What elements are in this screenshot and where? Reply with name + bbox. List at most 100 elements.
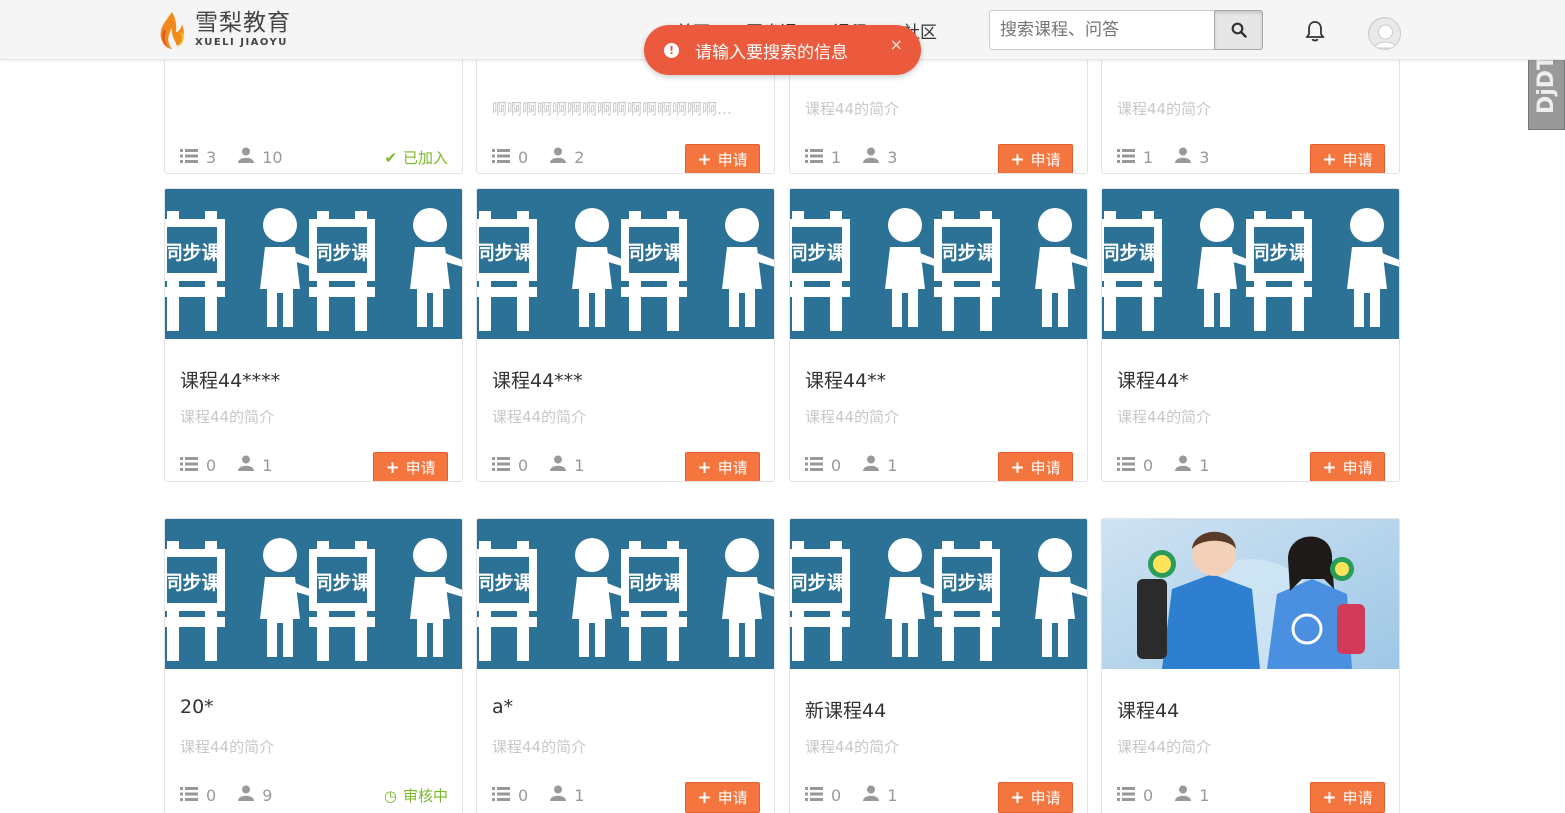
course-cover[interactable]: 同步课 同步课 [477, 189, 774, 339]
course-card[interactable]: 同步课 同步课 课程44** 课程44的简介 0 1 + 申请 [789, 188, 1088, 482]
course-stats: 0 9 [180, 785, 294, 805]
course-description: 课程44的简介 [180, 408, 275, 426]
svg-text:同步课: 同步课 [313, 572, 371, 594]
student-count: 1 [574, 455, 585, 475]
course-title[interactable]: a* [492, 696, 513, 718]
course-description: 课程44的简介 [492, 738, 587, 756]
course-title[interactable]: 课程44* [1117, 366, 1189, 393]
search-button[interactable] [1214, 10, 1263, 50]
course-card[interactable]: 同步课 同步课 课程44**** 课程44的简介 0 1 + 申请 [164, 188, 463, 482]
lesson-count: 1 [831, 147, 842, 167]
course-cover[interactable]: 同步课 同步课 [477, 519, 774, 669]
lesson-count: 0 [206, 455, 217, 475]
course-description: 课程44的简介 [805, 100, 900, 118]
svg-text:同步课: 同步课 [477, 572, 533, 594]
lesson-count: 0 [1143, 455, 1154, 475]
list-icon [492, 456, 510, 475]
plus-icon: + [1322, 457, 1337, 478]
student-count: 2 [574, 147, 585, 167]
plus-icon: + [1010, 149, 1025, 170]
course-description: 课程44的简介 [805, 408, 900, 426]
course-card[interactable]: 同步课 同步课 a* 课程44的简介 0 1 + 申请 [476, 518, 775, 813]
course-cover[interactable] [1102, 519, 1399, 669]
search-bar [989, 10, 1263, 50]
student-count: 1 [1199, 455, 1210, 475]
plus-icon: + [697, 787, 712, 808]
user-icon [863, 147, 880, 167]
site-logo[interactable]: 雪梨教育 XUELI JIAOYU [155, 10, 291, 50]
course-cover[interactable]: 同步课 同步课 [790, 519, 1087, 669]
student-count: 1 [887, 785, 898, 805]
plus-icon: + [385, 457, 400, 478]
apply-button[interactable]: + 申请 [998, 782, 1073, 813]
list-icon [805, 456, 823, 475]
course-title[interactable]: 课程44*** [492, 366, 583, 393]
svg-text:同步课: 同步课 [625, 242, 683, 264]
course-cover[interactable]: 同步课 同步课 [790, 189, 1087, 339]
user-icon [550, 785, 567, 805]
user-avatar[interactable] [1368, 17, 1401, 50]
svg-text:同步课: 同步课 [938, 242, 996, 264]
joined-label: 已加入 [402, 149, 448, 167]
toast-close-button[interactable]: × [890, 35, 903, 54]
course-card[interactable]: 同步课 同步课 20* 课程44的简介 0 9 ◷ 审核中 [164, 518, 463, 813]
user-icon [863, 785, 880, 805]
course-card[interactable]: 同步课 同步课 课程44* 课程44的简介 0 1 + 申请 [1101, 188, 1400, 482]
course-stats: 3 10 [180, 147, 305, 167]
course-card[interactable]: 同步课 同步课 课程44*** 课程44的简介 0 1 + 申请 [476, 188, 775, 482]
apply-button[interactable]: + 申请 [1310, 452, 1385, 481]
svg-text:同步课: 同步课 [938, 572, 996, 594]
sync-course-cover-art: 同步课 同步课 [790, 189, 1087, 339]
apply-button[interactable]: + 申请 [685, 782, 760, 813]
svg-text:同步课: 同步课 [313, 242, 371, 264]
list-icon [492, 148, 510, 167]
notification-button[interactable] [1305, 20, 1325, 46]
apply-button[interactable]: + 申请 [998, 144, 1073, 173]
list-icon [1117, 148, 1135, 167]
list-icon [180, 148, 198, 167]
course-title[interactable]: 课程44 [1117, 696, 1179, 723]
student-count: 3 [1199, 147, 1210, 167]
course-title[interactable]: 新课程44 [805, 696, 886, 723]
apply-button[interactable]: + 申请 [1310, 782, 1385, 813]
plus-icon: + [1010, 787, 1025, 808]
course-title[interactable]: 课程44** [805, 366, 886, 393]
bell-icon [1305, 21, 1325, 42]
course-cover[interactable]: 同步课 同步课 [1102, 189, 1399, 339]
svg-text:同步课: 同步课 [165, 572, 221, 594]
lesson-count: 0 [518, 147, 529, 167]
user-icon [550, 147, 567, 167]
apply-button[interactable]: + 申请 [373, 452, 448, 481]
user-icon [1175, 785, 1192, 805]
apply-label: 申请 [1030, 151, 1061, 169]
plus-icon: + [697, 149, 712, 170]
course-title[interactable]: 课程44**** [180, 366, 280, 393]
plus-icon: + [1322, 149, 1337, 170]
user-icon [238, 785, 255, 805]
course-cover[interactable]: 同步课 同步课 [165, 519, 462, 669]
apply-button[interactable]: + 申请 [1310, 144, 1385, 173]
course-card[interactable]: 同步课 同步课 新课程44 课程44的简介 0 1 + 申请 [789, 518, 1088, 813]
list-icon [180, 456, 198, 475]
course-stats: 1 3 [1117, 147, 1231, 167]
lesson-count: 1 [1143, 147, 1154, 167]
lesson-count: 0 [831, 785, 842, 805]
course-cover[interactable]: 同步课 同步课 [165, 189, 462, 339]
sync-course-cover-art: 同步课 同步课 [165, 189, 462, 339]
student-count: 1 [574, 785, 585, 805]
course-title[interactable]: 20* [180, 696, 214, 718]
search-input[interactable] [989, 10, 1214, 50]
search-icon [1231, 22, 1247, 38]
pending-label: 审核中 [402, 787, 448, 805]
svg-text:同步课: 同步课 [790, 572, 846, 594]
apply-button[interactable]: + 申请 [998, 452, 1073, 481]
clock-icon: ◷ [383, 786, 397, 805]
course-card[interactable]: 课程44 课程44的简介 0 1 + 申请 [1101, 518, 1400, 813]
apply-button[interactable]: + 申请 [685, 452, 760, 481]
error-toast: ! 请输入要搜索的信息 × [644, 25, 921, 75]
course-stats: 0 1 [805, 785, 919, 805]
student-count: 1 [1199, 785, 1210, 805]
course-description: 课程44的简介 [1117, 738, 1212, 756]
apply-label: 申请 [1030, 459, 1061, 477]
apply-button[interactable]: + 申请 [685, 144, 760, 173]
